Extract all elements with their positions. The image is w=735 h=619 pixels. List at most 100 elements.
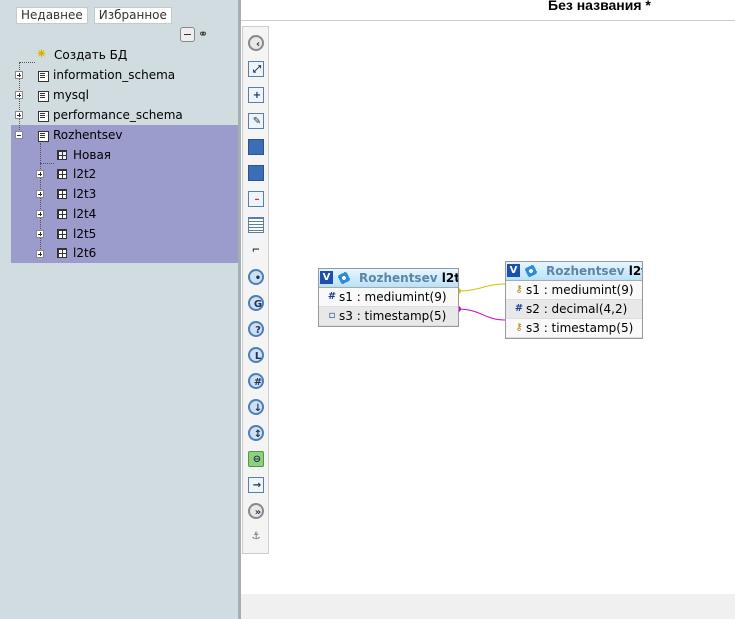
table-label[interactable]: l2t3: [73, 185, 96, 203]
nav-tabs: Недавнее Избранное: [16, 7, 172, 24]
anchor-icon[interactable]: ⚓: [248, 529, 264, 545]
expand-information-schema-icon[interactable]: [15, 71, 23, 79]
table-header[interactable]: V Rozhentsev l2t5: [506, 262, 642, 281]
move-menu-icon[interactable]: ↓: [248, 399, 264, 415]
help-icon[interactable]: ?: [248, 321, 264, 337]
tree-item-table[interactable]: l2t5: [56, 225, 96, 243]
table-name: l2t5: [628, 264, 642, 278]
table-db-name: Rozhentsev: [359, 271, 438, 285]
small-big-all-icon[interactable]: •: [248, 269, 264, 285]
db-label[interactable]: Rozhentsev: [53, 126, 122, 144]
tree-item-table[interactable]: l2t4: [56, 205, 96, 223]
designer-toolbar: ‹ ⤢ + ✎ – ⌐ • G ? L # ↓ ↕ ⊖ → » ⚓: [242, 26, 269, 554]
tree-item-table[interactable]: l2t6: [56, 244, 96, 262]
canvas-scroll-area[interactable]: [241, 594, 735, 619]
toggle-relation-icon[interactable]: ⊖: [248, 451, 264, 467]
tree-item-create-db[interactable]: ✷ Создать БД: [36, 46, 127, 64]
column-label: s3 : timestamp(5): [526, 321, 634, 335]
table-label[interactable]: l2t2: [73, 165, 96, 183]
table-box-l2t5[interactable]: V Rozhentsev l2t5 ⚷ s1 : mediumint(9) # …: [505, 261, 643, 339]
edit-page-icon[interactable]: ✎: [248, 113, 264, 129]
table-header[interactable]: V Rozhentsev l2t6: [319, 269, 458, 288]
tree-item-rozhentsev[interactable]: Rozhentsev: [37, 126, 122, 144]
fullscreen-icon[interactable]: ⤢: [248, 61, 264, 77]
table-column-row[interactable]: # s2 : decimal(4,2): [506, 300, 642, 319]
build-query-icon[interactable]: »: [248, 503, 264, 519]
navigation-panel: Недавнее Избранное ⚭ ✷ Создать БД inform…: [0, 0, 238, 619]
collapse-all-button[interactable]: [180, 27, 195, 42]
relation-lines-icon[interactable]: ⌐: [248, 243, 264, 259]
tree-item-table[interactable]: l2t3: [56, 185, 96, 203]
database-icon: [37, 89, 50, 102]
table-box-l2t6[interactable]: V Rozhentsev l2t6 # s1 : mediumint(9) ▫ …: [318, 268, 459, 327]
toggle-columns-button[interactable]: V: [507, 264, 520, 277]
database-icon: [37, 109, 50, 122]
toggle-view-icon[interactable]: G: [248, 295, 264, 311]
column-label: s2 : decimal(4,2): [526, 302, 628, 316]
table-label[interactable]: l2t6: [73, 244, 96, 262]
table-column-row[interactable]: ⚷ s3 : timestamp(5): [506, 319, 642, 338]
table-db-name: Rozhentsev: [546, 264, 625, 278]
toggle-columns-button[interactable]: V: [320, 271, 333, 284]
table-icon: [56, 188, 69, 201]
expand-table-icon[interactable]: [36, 170, 44, 178]
expand-table-icon[interactable]: [36, 190, 44, 198]
tree-item-mysql[interactable]: mysql: [37, 86, 89, 104]
angular-links-icon[interactable]: L: [248, 347, 264, 363]
expand-table-icon[interactable]: [36, 230, 44, 238]
tree-line: [40, 163, 54, 164]
panel-splitter[interactable]: [238, 0, 241, 619]
relation-line-s1: [457, 283, 506, 292]
page-title: Без названия *: [548, 0, 651, 13]
save-icon[interactable]: [248, 139, 264, 155]
pages-list-icon[interactable]: [248, 217, 264, 233]
database-icon: [37, 69, 50, 82]
export-schema-icon[interactable]: →: [248, 477, 264, 493]
table-icon: [56, 208, 69, 221]
new-page-icon[interactable]: +: [248, 87, 264, 103]
table-icon: [56, 168, 69, 181]
tab-recent[interactable]: Недавнее: [16, 7, 88, 24]
tree-item-new-table[interactable]: Новая: [56, 146, 111, 164]
table-column-row[interactable]: # s1 : mediumint(9): [319, 288, 458, 307]
key-icon: ⚷: [515, 284, 523, 295]
expanded-db-highlight: [11, 125, 238, 263]
tree-item-table[interactable]: l2t2: [56, 165, 96, 183]
save-as-icon[interactable]: [248, 165, 264, 181]
db-label[interactable]: mysql: [53, 86, 89, 104]
db-label[interactable]: performance_schema: [53, 106, 183, 124]
gear-icon[interactable]: [338, 272, 350, 284]
new-table-label[interactable]: Новая: [73, 146, 111, 164]
gear-icon[interactable]: [525, 265, 537, 277]
tab-favorites[interactable]: Избранное: [93, 7, 172, 24]
tree-item-performance-schema[interactable]: performance_schema: [37, 106, 183, 124]
relation-line-s3: [457, 308, 506, 321]
table-column-row[interactable]: ⚷ s1 : mediumint(9): [506, 281, 642, 300]
toggle-menu-icon[interactable]: ‹: [248, 35, 264, 51]
column-label: s3 : timestamp(5): [339, 309, 447, 323]
title-divider: [241, 20, 735, 21]
tree-item-information-schema[interactable]: information_schema: [37, 66, 175, 84]
expand-table-icon[interactable]: [36, 250, 44, 258]
expand-performance-schema-icon[interactable]: [15, 111, 23, 119]
tree-line: [19, 62, 35, 63]
collapse-rozhentsev-icon[interactable]: [15, 131, 23, 139]
expand-mysql-icon[interactable]: [15, 91, 23, 99]
snap-to-grid-icon[interactable]: #: [248, 373, 264, 389]
key-icon: ⚷: [515, 322, 523, 333]
create-db-label[interactable]: Создать БД: [54, 46, 127, 64]
table-column-row[interactable]: ▫ s3 : timestamp(5): [319, 307, 458, 326]
pin-text-icon[interactable]: ↕: [248, 425, 264, 441]
db-label[interactable]: information_schema: [53, 66, 175, 84]
delete-page-icon[interactable]: –: [248, 191, 264, 207]
new-table-icon: [56, 149, 69, 162]
column-label: s1 : mediumint(9): [526, 283, 634, 297]
database-icon: [37, 129, 50, 142]
table-label[interactable]: l2t5: [73, 225, 96, 243]
link-with-main-panel-icon[interactable]: ⚭: [198, 27, 214, 41]
expand-table-icon[interactable]: [36, 210, 44, 218]
column-label: s1 : mediumint(9): [339, 290, 447, 304]
numeric-column-icon: #: [514, 303, 524, 314]
table-label[interactable]: l2t4: [73, 205, 96, 223]
table-icon: [56, 247, 69, 260]
